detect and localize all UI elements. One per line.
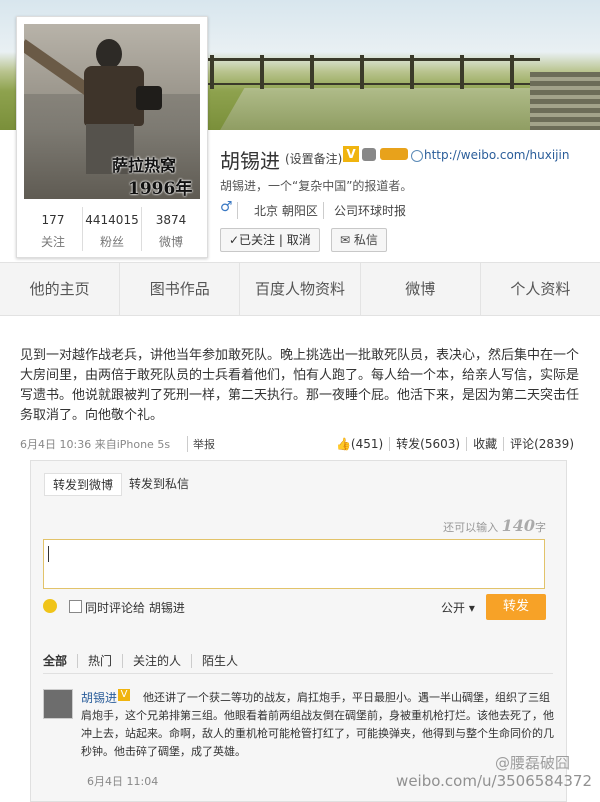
avatar-bag [136,86,162,110]
char-hint-suffix: 字 [535,521,546,534]
visibility-dropdown[interactable]: 公开 ▾ [441,599,475,616]
char-count-hint: 还可以输入 140字 [443,516,546,535]
repost-button[interactable]: 转发(5603) [389,437,467,451]
fence-post [210,55,214,89]
watermark-handle: @腰磊破囧 [494,754,570,772]
emoji-icon[interactable] [43,599,57,613]
private-message-button[interactable]: ✉ 私信 [331,228,387,252]
comment-text: 他还讲了一个获二等功的战友，肩扛炮手，平日最胆小。遇一半山碉堡，组织了三组肩炮手… [81,691,554,758]
fence-post [410,55,414,89]
tab-repost-message[interactable]: 转发到私信 [129,475,189,492]
fence-post [510,55,514,89]
divider [43,673,553,674]
also-comment-label: 同时评论给 胡锡进 [85,601,185,615]
post-time[interactable]: 6月4日 10:36 来自iPhone 5s [20,436,170,452]
avatar-caption-place: 萨拉热窝 [112,156,177,175]
verified-icon[interactable]: V [343,146,359,162]
stat-value: 4414015 [85,213,139,227]
set-note-link[interactable]: (设置备注) [285,150,342,167]
stat-followers[interactable]: 4414015 粉丝 [83,207,142,251]
stat-label: 关注 [40,235,65,249]
avatar-person-body [84,66,144,126]
profile-stats: 177 关注 4414015 粉丝 3874 微博 [24,207,200,251]
tab-weibo[interactable]: 微博 [361,263,481,315]
fence-post [460,55,464,89]
tab-books[interactable]: 图书作品 [120,263,241,315]
fence-post [310,55,314,89]
link-icon [411,150,423,162]
post-actions: 👍(451) 转发(5603) 收藏 评论(2839) [330,435,580,452]
repost-textarea[interactable] [43,539,545,589]
avatar-card: 萨拉热窝 1996年 177 关注 4414015 粉丝 3874 微博 [16,16,208,258]
profile-url[interactable]: http://weibo.com/huxijin [424,148,569,162]
char-hint-count: 140 [501,516,535,535]
favorite-button[interactable]: 收藏 [466,437,504,451]
cover-stairs [530,72,600,130]
tab-repost-weibo[interactable]: 转发到微博 [44,473,123,496]
fence-post [360,55,364,89]
member-icon[interactable] [362,148,376,161]
tab-home[interactable]: 他的主页 [0,263,121,315]
stat-following[interactable]: 177 关注 [24,207,83,251]
male-icon: ♂ [220,199,233,215]
report-link[interactable]: 举报 [187,436,215,452]
comment-button[interactable]: 评论(2839) [503,437,580,451]
avatar[interactable]: 萨拉热窝 1996年 [24,24,200,199]
level-icon[interactable] [380,148,408,160]
comment-author[interactable]: 胡锡进 [81,689,117,706]
stat-value: 177 [41,213,65,227]
profile-name: 胡锡进 [220,149,280,173]
avatar-person-head [96,39,122,69]
comment-verified-icon: V [118,689,130,701]
cover-fence [200,58,540,85]
post-body: 见到一对越作战老兵，讲他当年参加敢死队。晚上挑选出一批敢死队员，表决心，然后集中… [20,348,580,423]
stat-value: 3874 [155,213,187,227]
comment-avatar[interactable] [43,689,73,719]
avatar-caption-year: 1996年 [128,179,193,199]
comment-filters: 全部 热门 关注的人 陌生人 [43,652,249,669]
char-hint-prefix: 还可以输入 [443,521,499,534]
tab-personal-info[interactable]: 个人资料 [481,263,600,315]
repost-panel: 转发到微博 转发到私信 还可以输入 140字 同时评论给 胡锡进 公开 ▾ 转发… [30,460,567,802]
tab-baidu-profile[interactable]: 百度人物资料 [240,263,361,315]
like-button[interactable]: 👍(451) [330,437,389,451]
profile-location[interactable]: 北京 朝阳区 [237,202,318,219]
stat-label: 微博 [158,235,183,249]
watermark-url: weibo.com/u/3506584372 [396,772,592,790]
following-cancel-button[interactable]: ✓已关注 | 取消 [220,228,320,252]
filter-strangers[interactable]: 陌生人 [191,654,249,668]
profile-company[interactable]: 公司环球时报 [323,202,406,219]
filter-hot[interactable]: 热门 [77,654,123,668]
text-cursor [48,546,49,562]
comment-time[interactable]: 6月4日 11:04 [87,773,158,789]
filter-following[interactable]: 关注的人 [122,654,192,668]
stat-posts[interactable]: 3874 微博 [142,207,200,251]
fence-post [260,55,264,89]
also-comment-checkbox[interactable] [69,600,82,613]
filter-all[interactable]: 全部 [43,654,77,668]
profile-intro: 胡锡进，一个“复杂中国”的报道者。 [220,179,413,193]
profile-nav: 他的主页 图书作品 百度人物资料 微博 个人资料 [0,262,600,316]
repost-submit-button[interactable]: 转发 [486,594,546,620]
stat-label: 粉丝 [99,235,124,249]
